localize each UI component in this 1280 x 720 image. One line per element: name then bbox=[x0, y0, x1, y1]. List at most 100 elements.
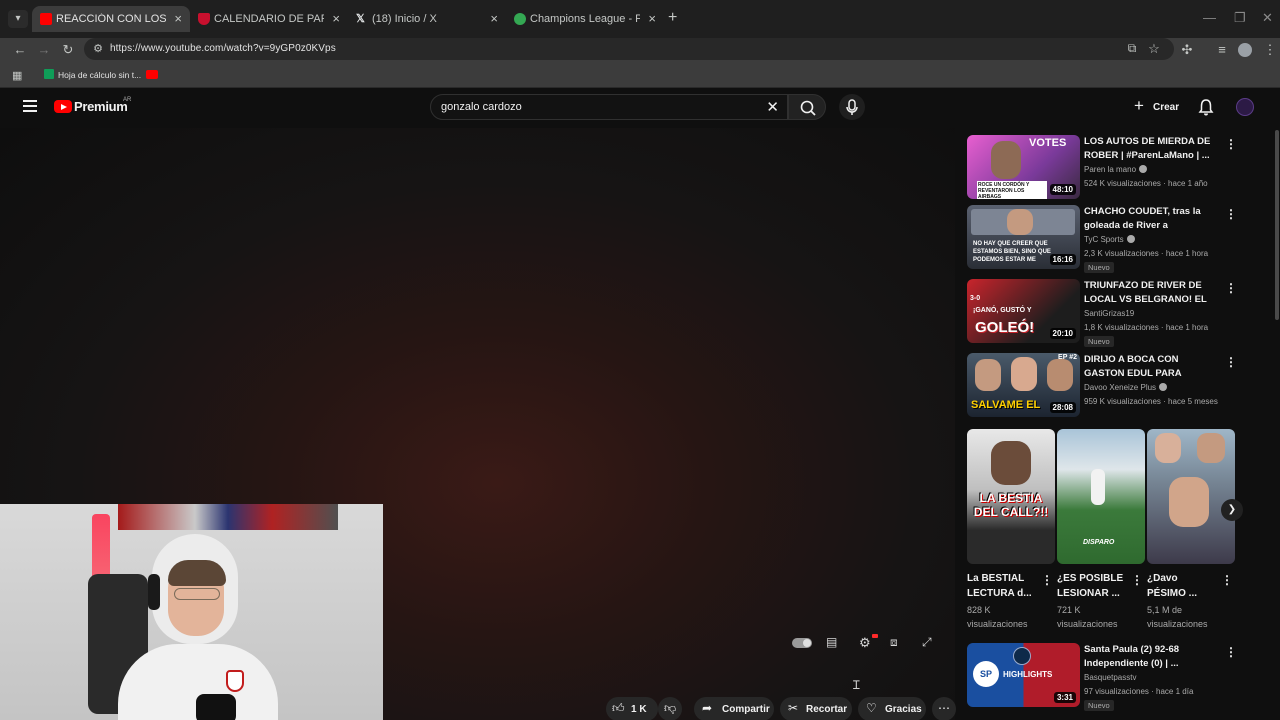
page-scrollbar[interactable] bbox=[1275, 130, 1279, 320]
account-avatar[interactable] bbox=[1236, 98, 1254, 116]
screen: ▾ REACCIÓN CON LOS HINCHAS × CALENDARIO … bbox=[0, 0, 1280, 720]
short-title[interactable]: ¿Davo PÉSIMO ... bbox=[1147, 571, 1217, 601]
miniplayer-icon[interactable]: ⧈ bbox=[890, 635, 898, 650]
like-button[interactable]: 👍︎ 1 K bbox=[606, 697, 658, 720]
video-thumbnail[interactable]: 3-0 ¡GANÓ, GUSTÓ Y GOLEÓ! 20:10 bbox=[967, 279, 1080, 343]
thumb-person bbox=[1011, 357, 1037, 391]
video-title[interactable]: TRIUNFAZO DE RIVER DE LOCAL VS BELGRANO!… bbox=[1084, 279, 1212, 307]
forward-arrow-icon[interactable]: → bbox=[36, 42, 52, 57]
logo-region-code: AR bbox=[123, 97, 132, 103]
video-thumbnail[interactable]: EP #2 SALVAME EL 28:08 bbox=[967, 353, 1080, 417]
clear-search-icon[interactable]: ✕ bbox=[766, 98, 779, 116]
short-item[interactable]: ¿Davo PÉSIMO ... 5,1 M de visualizacione… bbox=[1147, 429, 1235, 629]
create-button[interactable]: + Crear bbox=[1128, 94, 1188, 120]
video-menu-kebab-icon[interactable]: ⋮ bbox=[1225, 207, 1237, 221]
short-menu-kebab-icon[interactable]: ⋮ bbox=[1131, 573, 1143, 587]
bookmark-star-icon[interactable]: ☆ bbox=[1146, 41, 1162, 57]
guide-menu-icon[interactable] bbox=[23, 100, 37, 112]
channel-name[interactable]: TyC Sports bbox=[1084, 235, 1135, 244]
logo-premium-text[interactable]: Premium bbox=[74, 99, 128, 114]
subtitles-icon[interactable]: ▤ bbox=[826, 635, 837, 649]
channel-name[interactable]: Davoo Xeneize Plus bbox=[1084, 383, 1168, 392]
dislike-button[interactable]: 👎︎ bbox=[658, 697, 682, 720]
video-thumbnail[interactable]: SP HIGHLIGHTS 3:31 bbox=[967, 643, 1080, 707]
tab-title: (18) Inicio / X bbox=[372, 13, 437, 25]
thumbs-down-icon: 👎︎ bbox=[664, 701, 677, 715]
tab-x-inicio[interactable]: 𝕏 (18) Inicio / X × bbox=[348, 6, 506, 32]
short-item[interactable]: LA BESTIA DEL CALL?!! La BESTIAL LECTURA… bbox=[967, 429, 1055, 629]
video-menu-kebab-icon[interactable]: ⋮ bbox=[1225, 137, 1237, 151]
bookmark-youtube-icon[interactable] bbox=[146, 70, 158, 79]
short-thumbnail[interactable] bbox=[1147, 429, 1235, 564]
settings-gear-icon[interactable]: ⚙ bbox=[859, 635, 871, 651]
thumb-person bbox=[975, 359, 1001, 391]
close-tab-icon[interactable]: × bbox=[490, 11, 498, 26]
reload-icon[interactable]: ↻ bbox=[60, 42, 76, 58]
tab-calendario[interactable]: CALENDARIO DE PARTIDOS × bbox=[190, 6, 348, 32]
video-title[interactable]: DIRIJO A BOCA CON GASTON EDUL PARA SALIR… bbox=[1084, 353, 1212, 381]
more-actions-button[interactable]: ⋯ bbox=[932, 697, 956, 720]
close-tab-icon[interactable]: × bbox=[648, 11, 656, 26]
video-menu-kebab-icon[interactable]: ⋮ bbox=[1225, 281, 1237, 295]
share-button[interactable]: ➦ Compartir bbox=[694, 697, 774, 720]
short-thumbnail[interactable]: LA BESTIA DEL CALL?!! bbox=[967, 429, 1055, 564]
chrome-menu-icon[interactable]: ⋮ bbox=[1262, 42, 1278, 58]
clip-button[interactable]: ✂ Recortar bbox=[780, 697, 852, 720]
video-thumbnail[interactable]: NO HAY QUE CREER QUE ESTAMOS BIEN, SINO … bbox=[967, 205, 1080, 269]
close-window-icon[interactable]: ✕ bbox=[1262, 10, 1273, 26]
video-title[interactable]: Santa Paula (2) 92-68 Independiente (0) … bbox=[1084, 643, 1212, 671]
related-video[interactable]: EP #2 SALVAME EL 28:08 DIRIJO A BOCA CON… bbox=[967, 353, 1267, 419]
thanks-label: Gracias bbox=[885, 704, 922, 715]
notifications-bell-icon[interactable] bbox=[1197, 98, 1215, 116]
close-tab-icon[interactable]: × bbox=[332, 11, 340, 26]
fullscreen-icon[interactable]: ⤢ bbox=[922, 635, 932, 650]
clip-label: Recortar bbox=[806, 704, 848, 715]
short-title[interactable]: ¿ES POSIBLE LESIONAR ... bbox=[1057, 571, 1127, 601]
browser-toolbar: ← → ↻ ⚙ https://www.youtube.com/watch?v=… bbox=[0, 38, 1280, 62]
related-video[interactable]: 3-0 ¡GANÓ, GUSTÓ Y GOLEÓ! 20:10 TRIUNFAZ… bbox=[967, 279, 1267, 347]
team-logo-left: SP bbox=[973, 661, 999, 687]
short-title[interactable]: La BESTIAL LECTURA d... bbox=[967, 571, 1037, 601]
tab-reaccion[interactable]: REACCIÓN CON LOS HINCHAS × bbox=[32, 6, 190, 32]
video-title[interactable]: LOS AUTOS DE MIERDA DE ROBER | #ParenLaM… bbox=[1084, 135, 1212, 163]
short-item[interactable]: DISPARO ¿ES POSIBLE LESIONAR ... 721 K v… bbox=[1057, 429, 1145, 629]
video-title[interactable]: CHACHO COUDET, tras la goleada de River … bbox=[1084, 205, 1212, 233]
studio-microphone bbox=[196, 694, 236, 720]
shelf-next-chevron-icon[interactable]: ❯ bbox=[1221, 499, 1243, 521]
install-app-icon[interactable]: ⧉ bbox=[1124, 41, 1140, 56]
apps-grid-icon[interactable]: ▦ bbox=[12, 69, 22, 82]
extensions-puzzle-icon[interactable]: ✣ bbox=[1179, 42, 1195, 58]
microphone-icon bbox=[846, 99, 858, 115]
autoplay-toggle[interactable] bbox=[792, 638, 812, 648]
video-menu-kebab-icon[interactable]: ⋮ bbox=[1225, 355, 1237, 369]
video-thumbnail[interactable]: VOTES ROCE UN CORDÓN Y REVENTARON LOS AI… bbox=[967, 135, 1080, 199]
new-tab-plus-icon[interactable]: + bbox=[668, 9, 677, 27]
restore-window-icon[interactable]: ❐ bbox=[1234, 10, 1246, 26]
search-button[interactable] bbox=[788, 94, 826, 120]
site-info-icon[interactable]: ⚙ bbox=[90, 42, 106, 55]
thumb-score: 3-0 bbox=[970, 295, 981, 302]
minimize-window-icon[interactable]: — bbox=[1203, 10, 1216, 25]
close-tab-icon[interactable]: × bbox=[174, 11, 182, 26]
short-menu-kebab-icon[interactable]: ⋮ bbox=[1041, 573, 1053, 587]
media-control-icon[interactable]: ≡ bbox=[1214, 42, 1230, 57]
channel-name[interactable]: SantiGrizas19 bbox=[1084, 309, 1134, 318]
short-menu-kebab-icon[interactable]: ⋮ bbox=[1221, 573, 1233, 587]
bookmark-sheets[interactable]: Hoja de cálculo sin t... bbox=[44, 69, 141, 80]
back-arrow-icon[interactable]: ← bbox=[12, 42, 28, 57]
video-menu-kebab-icon[interactable]: ⋮ bbox=[1225, 645, 1237, 659]
youtube-logo-icon[interactable] bbox=[54, 100, 72, 113]
thanks-button[interactable]: ♡ Gracias bbox=[858, 697, 926, 720]
channel-name[interactable]: Paren la mano bbox=[1084, 165, 1148, 174]
short-thumbnail[interactable]: DISPARO bbox=[1057, 429, 1145, 564]
search-input[interactable]: gonzalo cardozo ✕ bbox=[430, 94, 788, 120]
related-video[interactable]: VOTES ROCE UN CORDÓN Y REVENTARON LOS AI… bbox=[967, 135, 1267, 201]
voice-search-button[interactable] bbox=[839, 94, 865, 120]
related-video[interactable]: SP HIGHLIGHTS 3:31 Santa Paula (2) 92-68… bbox=[967, 643, 1267, 711]
tab-champions[interactable]: Champions League - POSICIONES × bbox=[506, 6, 664, 32]
tab-search-menu[interactable]: ▾ bbox=[8, 10, 28, 28]
address-bar[interactable]: ⚙ https://www.youtube.com/watch?v=9yGP0z… bbox=[84, 38, 1174, 60]
profile-avatar-icon[interactable] bbox=[1238, 43, 1252, 57]
related-video[interactable]: NO HAY QUE CREER QUE ESTAMOS BIEN, SINO … bbox=[967, 205, 1267, 273]
channel-name[interactable]: Basquetpasstv bbox=[1084, 673, 1136, 682]
